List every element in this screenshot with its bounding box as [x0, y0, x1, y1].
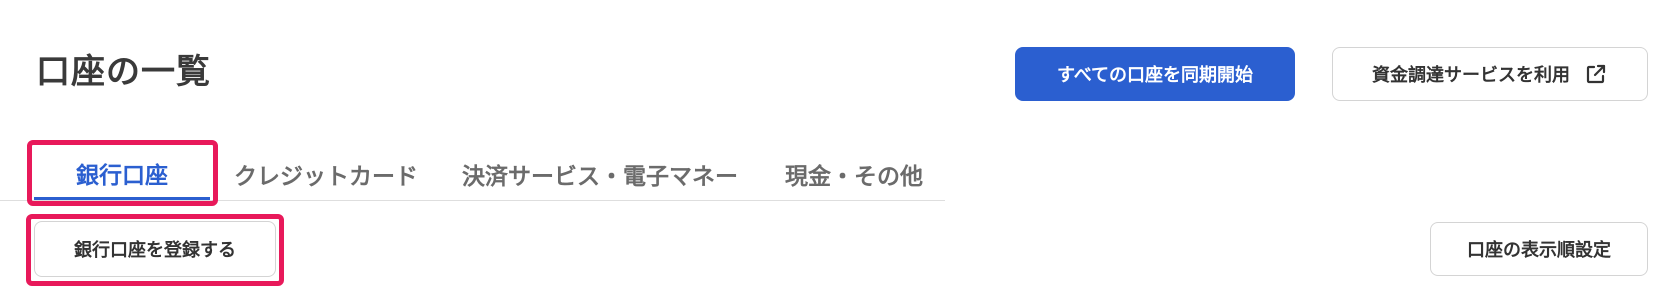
tab-cash-other[interactable]: 現金・その他: [778, 148, 930, 200]
external-link-icon: [1584, 62, 1608, 86]
account-type-tabs: 銀行口座 クレジットカード 決済サービス・電子マネー 現金・その他: [0, 148, 945, 201]
display-order-settings-label: 口座の表示順設定: [1467, 240, 1611, 261]
sync-all-accounts-button[interactable]: すべての口座を同期開始: [1015, 47, 1295, 101]
funding-service-button[interactable]: 資金調達サービスを利用: [1332, 47, 1648, 101]
funding-service-label: 資金調達サービスを利用: [1372, 65, 1570, 86]
tab-payment-services[interactable]: 決済サービス・電子マネー: [452, 148, 748, 200]
tab-credit-cards[interactable]: クレジットカード: [228, 148, 424, 200]
page-title: 口座の一覧: [36, 52, 211, 92]
display-order-settings-button[interactable]: 口座の表示順設定: [1430, 222, 1648, 276]
tab-bank-accounts[interactable]: 銀行口座: [34, 148, 210, 200]
register-bank-account-label: 銀行口座を登録する: [74, 240, 236, 261]
register-bank-account-button[interactable]: 銀行口座を登録する: [34, 221, 276, 277]
sync-all-accounts-label: すべての口座を同期開始: [1056, 65, 1254, 86]
